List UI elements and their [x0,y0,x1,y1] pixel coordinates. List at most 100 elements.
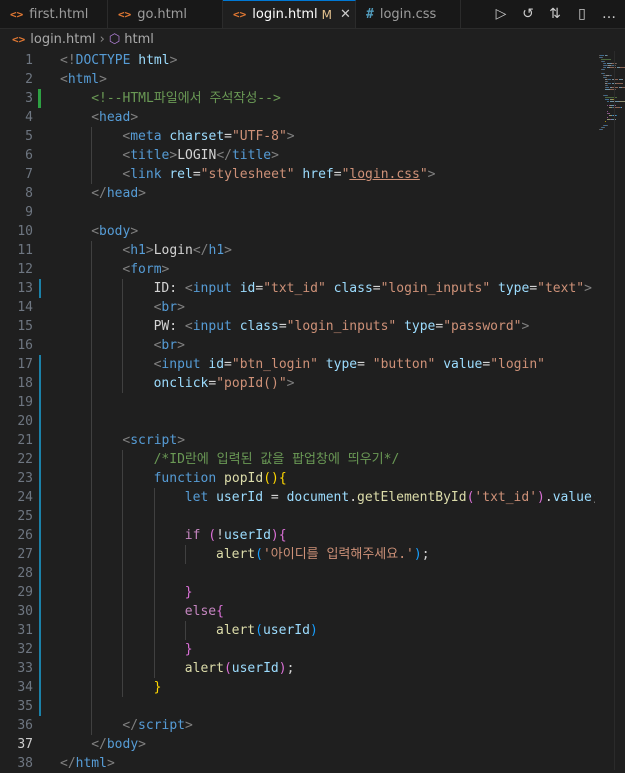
code-line[interactable]: 28 [0,564,595,583]
token-brace2: } [184,585,193,600]
token-str: "stylesheet" [200,167,295,182]
code-line[interactable]: 27 alert('아이디를 입력해주세요.'); [0,545,595,564]
line-number: 9 [25,205,33,220]
minimap-segment [607,117,608,118]
code-line[interactable]: 37 </body> [0,735,595,754]
code-line[interactable]: 4 <head> [0,108,595,127]
gutter-modified-marker[interactable] [39,431,41,450]
gutter-modified-marker[interactable] [39,621,41,640]
token-str: "login_inputs" [380,281,491,296]
code-line[interactable]: 21 <script> [0,431,595,450]
code-line[interactable]: 14 <br> [0,298,595,317]
gutter-modified-marker[interactable] [39,412,41,431]
code-line[interactable]: 2 <html> [0,70,595,89]
token-fn: alert [184,661,224,676]
code-line[interactable]: 16 <br> [0,336,595,355]
token-tag: input [161,357,201,372]
gutter-modified-marker[interactable] [39,374,41,393]
gutter-modified-marker[interactable] [39,526,41,545]
vertical-scrollbar[interactable] [614,51,625,770]
gutter-modified-marker[interactable] [39,469,41,488]
code-line[interactable]: 20 [0,412,595,431]
split-editor-icon[interactable]: ▯ [574,6,590,22]
code-line[interactable]: 31 alert(userId) [0,621,595,640]
code-line[interactable]: 32} [0,640,595,659]
tab-first-html[interactable]: <> first.html [0,0,108,28]
breadcrumb-element[interactable]: html [124,32,154,47]
code-line[interactable]: 12 <form> [0,260,595,279]
code-text: alert('아이디를 입력해주세요.'); [216,545,430,564]
minimap-segment [607,105,608,106]
gutter-modified-marker[interactable] [39,678,41,697]
code-line[interactable]: 15 PW: <input class="login_inputs" type="… [0,317,595,336]
code-line[interactable]: 35 [0,697,595,716]
code-line[interactable]: 10 <body> [0,222,595,241]
gutter-modified-marker[interactable] [39,697,41,716]
gutter-modified-marker[interactable] [39,659,41,678]
code-line[interactable]: 33 alert(userId); [0,659,595,678]
tab-go-html[interactable]: <> go.html [108,0,223,28]
code-line[interactable]: 9 [0,203,595,222]
minimap-segment [607,85,608,86]
code-line[interactable]: 29} [0,583,595,602]
code-line[interactable]: 38 </html> [0,754,595,773]
token-text: = [278,319,287,334]
token-tag: input [192,281,232,296]
tab-login-css[interactable]: # login.css [356,0,461,28]
code-line[interactable]: 6 <title>LOGIN</title> [0,146,595,165]
breadcrumb-file[interactable]: login.html [30,32,95,47]
minimap-segment [604,67,606,68]
code-line[interactable]: 19 [0,393,595,412]
code-line[interactable]: 24 let userId = document.getElementById('… [0,488,600,507]
code-line[interactable]: 17 <input id="btn_login" type= "button" v… [0,355,595,374]
token-brace2: ) [270,528,279,543]
gutter-modified-marker[interactable] [39,488,41,507]
code-line[interactable]: 5 <meta charset="UTF-8"> [0,127,595,146]
gutter-modified-marker[interactable] [39,393,41,412]
line-number: 36 [17,718,33,733]
token-tag: html [75,756,107,771]
gutter-modified-marker[interactable] [39,640,41,659]
token-brace1: { [278,471,287,486]
gutter-modified-marker[interactable] [39,602,41,621]
token-tag: script [130,433,178,448]
code-line[interactable]: 25 [0,507,595,526]
gutter-modified-marker[interactable] [39,355,41,374]
close-icon[interactable]: ✕ [340,7,351,22]
code-line[interactable]: 8 </head> [0,184,595,203]
code-line[interactable]: 3 <!--HTML파일에서 주석작성--> [0,89,595,108]
token-str: " [419,167,428,182]
code-line[interactable]: 7 <link rel="stylesheet" href="login.css"… [0,165,595,184]
more-icon[interactable]: … [601,6,617,22]
source-control-icon[interactable]: ⇅ [547,6,563,22]
token-brace2: } [184,642,193,657]
token-punct: > [584,281,592,296]
code-line[interactable]: 22 /*ID란에 입력된 값을 팝업창에 띄우기*/ [0,450,595,469]
gutter-modified-marker[interactable] [39,450,41,469]
code-line[interactable]: 34} [0,678,595,697]
gutter-modified-marker[interactable] [39,545,41,564]
code-line[interactable]: 13 ID: <input id="txt_id" class="login_in… [0,279,595,298]
line-number: 24 [17,490,33,505]
code-line[interactable]: 18 onclick="popId()"> [0,374,595,393]
token-punct: <! [60,53,76,68]
code-line[interactable]: 1 <!DOCTYPE html> [0,51,595,70]
code-editor[interactable]: 1 <!DOCTYPE html> 2 <html> 3 <!--HTML파일에서 주석작… [0,51,600,773]
token-text: ID: [153,281,185,296]
gutter-added-marker[interactable] [38,89,41,108]
gutter-modified-marker[interactable] [39,279,41,298]
code-line[interactable]: 36 </script> [0,716,595,735]
code-line[interactable]: 23 function popId(){ [0,469,595,488]
run-icon[interactable]: ▷ [493,6,509,22]
minimap-segment [600,55,604,56]
gutter-modified-marker[interactable] [39,583,41,602]
tab-login-html[interactable]: <> login.html M ✕ [223,0,356,28]
token-brace3: ) [309,623,318,638]
timeline-icon[interactable]: ↺ [520,6,536,22]
code-line[interactable]: 11 <h1>Login</h1> [0,241,595,260]
code-line[interactable]: 26 if (!userId){ [0,526,595,545]
gutter-modified-marker[interactable] [39,564,41,583]
code-line[interactable]: 30 else{ [0,602,595,621]
gutter-modified-marker[interactable] [39,507,41,526]
